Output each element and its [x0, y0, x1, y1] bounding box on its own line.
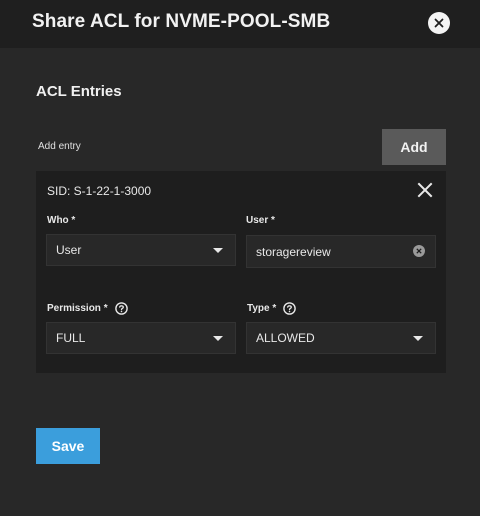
- user-combobox[interactable]: storagereview: [246, 235, 436, 268]
- help-circle-icon[interactable]: [114, 302, 128, 315]
- permission-select-value: FULL: [56, 331, 86, 345]
- who-label-text: Who *: [47, 215, 76, 226]
- type-select[interactable]: ALLOWED: [246, 322, 436, 354]
- dialog-title: Share ACL for NVME-POOL-SMB: [32, 11, 331, 32]
- permission-select[interactable]: FULL: [46, 322, 236, 354]
- type-label: Type *: [247, 302, 297, 315]
- remove-entry-button[interactable]: [417, 182, 433, 198]
- close-circle-icon: [434, 18, 444, 28]
- add-entry-label: Add entry: [38, 141, 81, 152]
- who-label: Who *: [47, 215, 75, 226]
- who-select[interactable]: User: [46, 234, 236, 266]
- clear-input-icon[interactable]: [413, 245, 425, 257]
- dialog-header: Share ACL for NVME-POOL-SMB: [0, 0, 480, 48]
- chevron-down-icon: [213, 248, 223, 253]
- close-dialog-button[interactable]: [428, 12, 450, 34]
- user-label-text: User *: [246, 215, 275, 226]
- chevron-down-icon: [213, 336, 223, 341]
- user-label: User *: [246, 215, 275, 226]
- acl-entry-card: SID: S-1-22-1-3000 Who * User User * sto…: [36, 171, 446, 373]
- section-title-acl-entries: ACL Entries: [36, 83, 122, 100]
- sid-label: SID: S-1-22-1-3000: [47, 184, 152, 198]
- save-button[interactable]: Save: [36, 428, 100, 464]
- who-select-value: User: [56, 243, 82, 257]
- chevron-down-icon: [413, 336, 423, 341]
- type-select-value: ALLOWED: [256, 331, 315, 345]
- help-circle-icon[interactable]: [283, 302, 297, 315]
- permission-label: Permission *: [47, 302, 128, 315]
- add-entry-button[interactable]: Add: [382, 129, 446, 165]
- user-input-value: storagereview: [256, 244, 331, 259]
- permission-label-text: Permission *: [47, 303, 108, 314]
- close-icon: [417, 182, 433, 198]
- type-label-text: Type *: [247, 303, 277, 314]
